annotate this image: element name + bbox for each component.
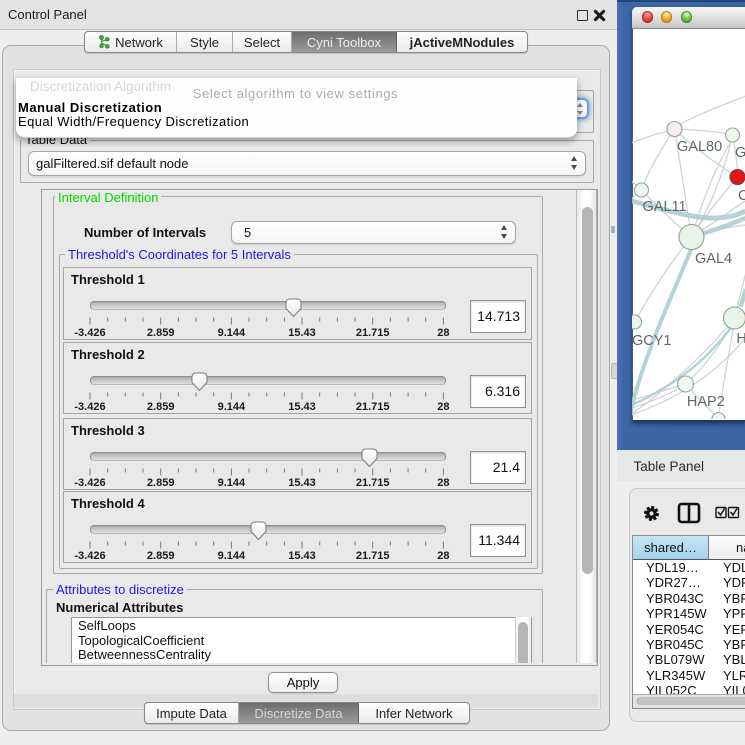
svg-text:H: H <box>736 331 745 347</box>
svg-text:GA: GA <box>735 145 745 161</box>
svg-text:GAL11: GAL11 <box>642 199 686 215</box>
svg-text:C: C <box>738 188 745 204</box>
svg-text:GAL80: GAL80 <box>677 139 722 155</box>
svg-text:GCY1: GCY1 <box>632 333 672 349</box>
svg-text:GAL4: GAL4 <box>695 251 732 267</box>
svg-text:HAP2: HAP2 <box>686 394 724 410</box>
